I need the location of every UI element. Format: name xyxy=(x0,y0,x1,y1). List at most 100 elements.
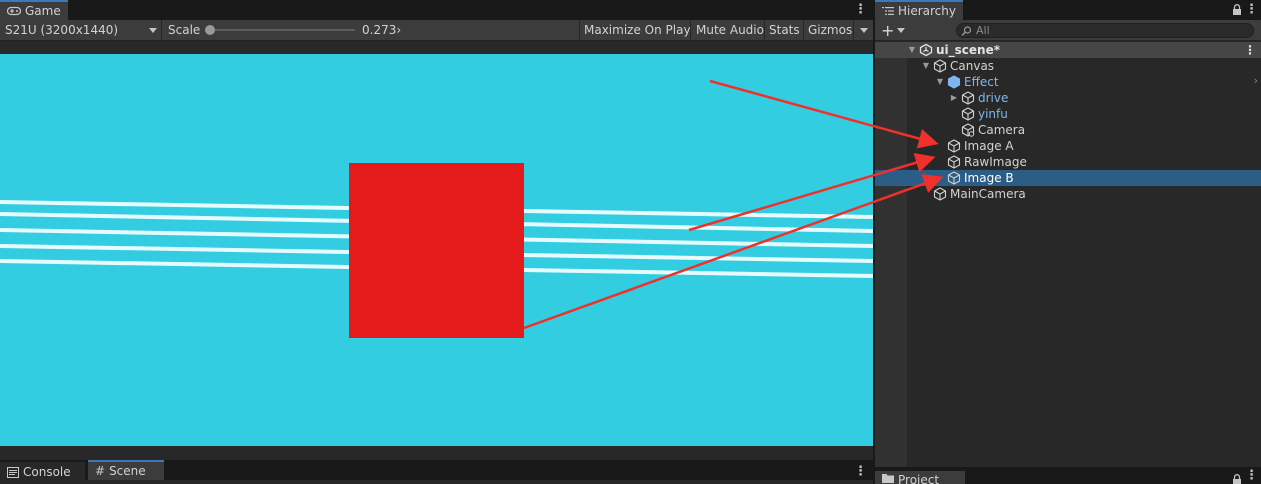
game-toolbar: S21U (3200x1440) Scale 0.273› Maximize O… xyxy=(0,20,873,41)
hierarchy-item-image-b[interactable]: Image B xyxy=(875,170,1261,186)
search-placeholder: All xyxy=(976,24,990,37)
cube-icon xyxy=(961,91,975,105)
cube-icon xyxy=(933,187,947,201)
scale-slider-knob[interactable] xyxy=(204,25,215,35)
game-panel-menu-icon[interactable]: ⋮ xyxy=(854,2,867,18)
bottom-panel-menu-icon[interactable]: ⋮ xyxy=(854,464,867,480)
toolbar-divider xyxy=(803,20,804,40)
hierarchy-item-label: drive xyxy=(978,91,1009,105)
hierarchy-item-image-a[interactable]: Image A xyxy=(875,138,1261,154)
gizmos-dropdown[interactable] xyxy=(860,20,868,40)
tab-console-label: Console xyxy=(23,465,71,479)
hierarchy-item-camera[interactable]: Camera xyxy=(875,122,1261,138)
hierarchy-tree: ▼ ui_scene* ⋮ ▼ Canvas ▼ Effect ▶ drive yinfu Came… xyxy=(875,42,1261,467)
hierarchy-item-effect[interactable]: ▼ Effect xyxy=(875,74,1261,90)
cube-icon xyxy=(961,107,975,121)
toolbar-divider xyxy=(161,20,162,40)
expand-triangle-icon[interactable]: ▼ xyxy=(907,45,917,55)
chevron-down-icon xyxy=(897,27,906,33)
scene-menu-icon[interactable]: ⋮ xyxy=(1244,43,1256,57)
toolbar-divider xyxy=(853,20,854,40)
tab-scene[interactable]: # Scene xyxy=(88,460,164,480)
cube-icon xyxy=(947,171,961,185)
chevron-down-icon xyxy=(149,27,157,33)
scene-toolbar-strip xyxy=(0,480,873,484)
hierarchy-item-label: RawImage xyxy=(964,155,1027,169)
game-tabbar: Game ⋮ xyxy=(0,0,873,20)
prefab-cube-icon xyxy=(947,75,961,89)
folder-icon xyxy=(882,474,894,483)
hierarchy-item-label: Camera xyxy=(978,123,1026,137)
expand-triangle-icon[interactable]: ▼ xyxy=(921,61,931,71)
hierarchy-item-canvas[interactable]: ▼ Canvas xyxy=(875,58,1261,74)
lock-icon[interactable] xyxy=(1232,4,1242,16)
hierarchy-item-label: Canvas xyxy=(950,59,995,73)
stats-button[interactable]: Stats xyxy=(769,20,800,40)
tab-scene-label: Scene xyxy=(109,464,146,478)
plus-icon: + xyxy=(881,20,895,40)
chevron-down-icon xyxy=(860,27,868,33)
grid-icon: # xyxy=(95,464,106,478)
chevron-right-icon[interactable]: › xyxy=(1254,74,1258,87)
cube-icon xyxy=(947,155,961,169)
cube-icon xyxy=(947,139,961,153)
toolbar-divider xyxy=(764,20,765,40)
hierarchy-item-rawimage[interactable]: RawImage xyxy=(875,154,1261,170)
add-object-button[interactable]: + xyxy=(881,20,906,40)
tab-project[interactable]: Project xyxy=(875,471,965,484)
tab-game-label: Game xyxy=(25,4,61,18)
hierarchy-tabbar: Hierarchy ⋮ xyxy=(875,0,1261,20)
hierarchy-item-ui-scene[interactable]: ▼ ui_scene* ⋮ xyxy=(875,42,1261,58)
gizmos-button[interactable]: Gizmos xyxy=(808,20,852,40)
list-icon xyxy=(882,7,894,15)
search-icon xyxy=(961,25,972,36)
hierarchy-toolbar: + All xyxy=(875,20,1261,41)
camera-cube-icon xyxy=(961,123,975,137)
tab-project-label: Project xyxy=(898,473,940,484)
unity-scene-icon xyxy=(919,43,933,57)
console-icon xyxy=(7,466,19,478)
scale-slider-track[interactable] xyxy=(207,29,355,31)
red-image-square xyxy=(349,163,524,338)
resolution-dropdown[interactable]: S21U (3200x1440) xyxy=(5,20,157,40)
hierarchy-menu-icon[interactable]: ⋮ xyxy=(1245,2,1258,18)
collapse-triangle-icon[interactable]: ▶ xyxy=(949,93,959,103)
hierarchy-item-yinfu[interactable]: yinfu xyxy=(875,106,1261,122)
tab-game[interactable]: Game xyxy=(0,0,68,20)
lock-icon[interactable] xyxy=(1232,474,1242,484)
resolution-label: S21U (3200x1440) xyxy=(5,23,119,37)
tab-console[interactable]: Console xyxy=(0,462,85,482)
hierarchy-item-label: Effect xyxy=(964,75,999,89)
toolbar-divider xyxy=(690,20,691,40)
hierarchy-panel: Hierarchy ⋮ + All ▼ ui_scene* ⋮ ▼ Canvas ▼ Eff… xyxy=(875,0,1261,467)
project-menu-icon[interactable]: ⋮ xyxy=(1245,468,1258,484)
cube-icon xyxy=(933,59,947,73)
hierarchy-item-label: Image B xyxy=(964,171,1014,185)
tab-hierarchy-label: Hierarchy xyxy=(897,4,956,18)
hierarchy-item-maincamera[interactable]: MainCamera xyxy=(875,186,1261,202)
tab-hierarchy[interactable]: Hierarchy xyxy=(875,0,963,20)
gamepad-icon xyxy=(7,6,21,16)
hierarchy-item-drive[interactable]: ▶ drive xyxy=(875,90,1261,106)
scale-value: 0.273› xyxy=(362,23,402,37)
hierarchy-item-label: Image A xyxy=(964,139,1014,153)
hierarchy-item-label: yinfu xyxy=(978,107,1008,121)
mute-audio-button[interactable]: Mute Audio xyxy=(696,20,764,40)
expand-triangle-icon[interactable]: ▼ xyxy=(935,77,945,87)
game-viewport[interactable] xyxy=(0,54,873,446)
project-tabbar: Project ⋮ xyxy=(875,467,1261,484)
hierarchy-search-input[interactable]: All xyxy=(956,23,1254,38)
maximize-on-play-button[interactable]: Maximize On Play xyxy=(584,20,691,40)
game-panel: Game ⋮ S21U (3200x1440) Scale 0.273› Max… xyxy=(0,0,873,460)
hierarchy-item-label: MainCamera xyxy=(950,187,1026,201)
toolbar-divider xyxy=(579,20,580,40)
hierarchy-item-label: ui_scene* xyxy=(936,43,1001,57)
game-view-render xyxy=(0,163,873,338)
scale-label: Scale xyxy=(168,23,201,37)
